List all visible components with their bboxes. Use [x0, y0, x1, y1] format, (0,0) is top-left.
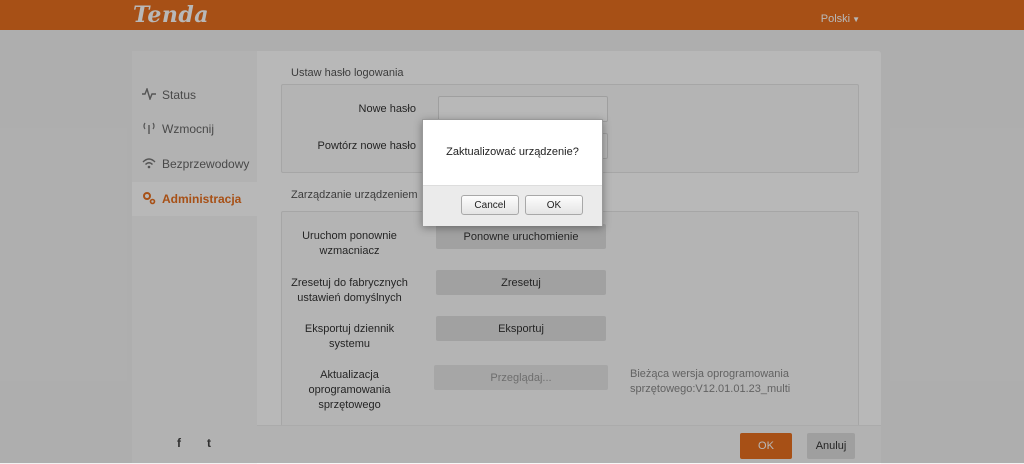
dialog-message: Zaktualizować urządzenie? — [446, 146, 579, 158]
dialog-cancel-button[interactable]: Cancel — [461, 195, 519, 215]
modal-overlay — [0, 0, 1024, 463]
confirm-dialog: Zaktualizować urządzenie? Cancel OK — [422, 119, 603, 226]
dialog-ok-button[interactable]: OK — [525, 195, 583, 215]
